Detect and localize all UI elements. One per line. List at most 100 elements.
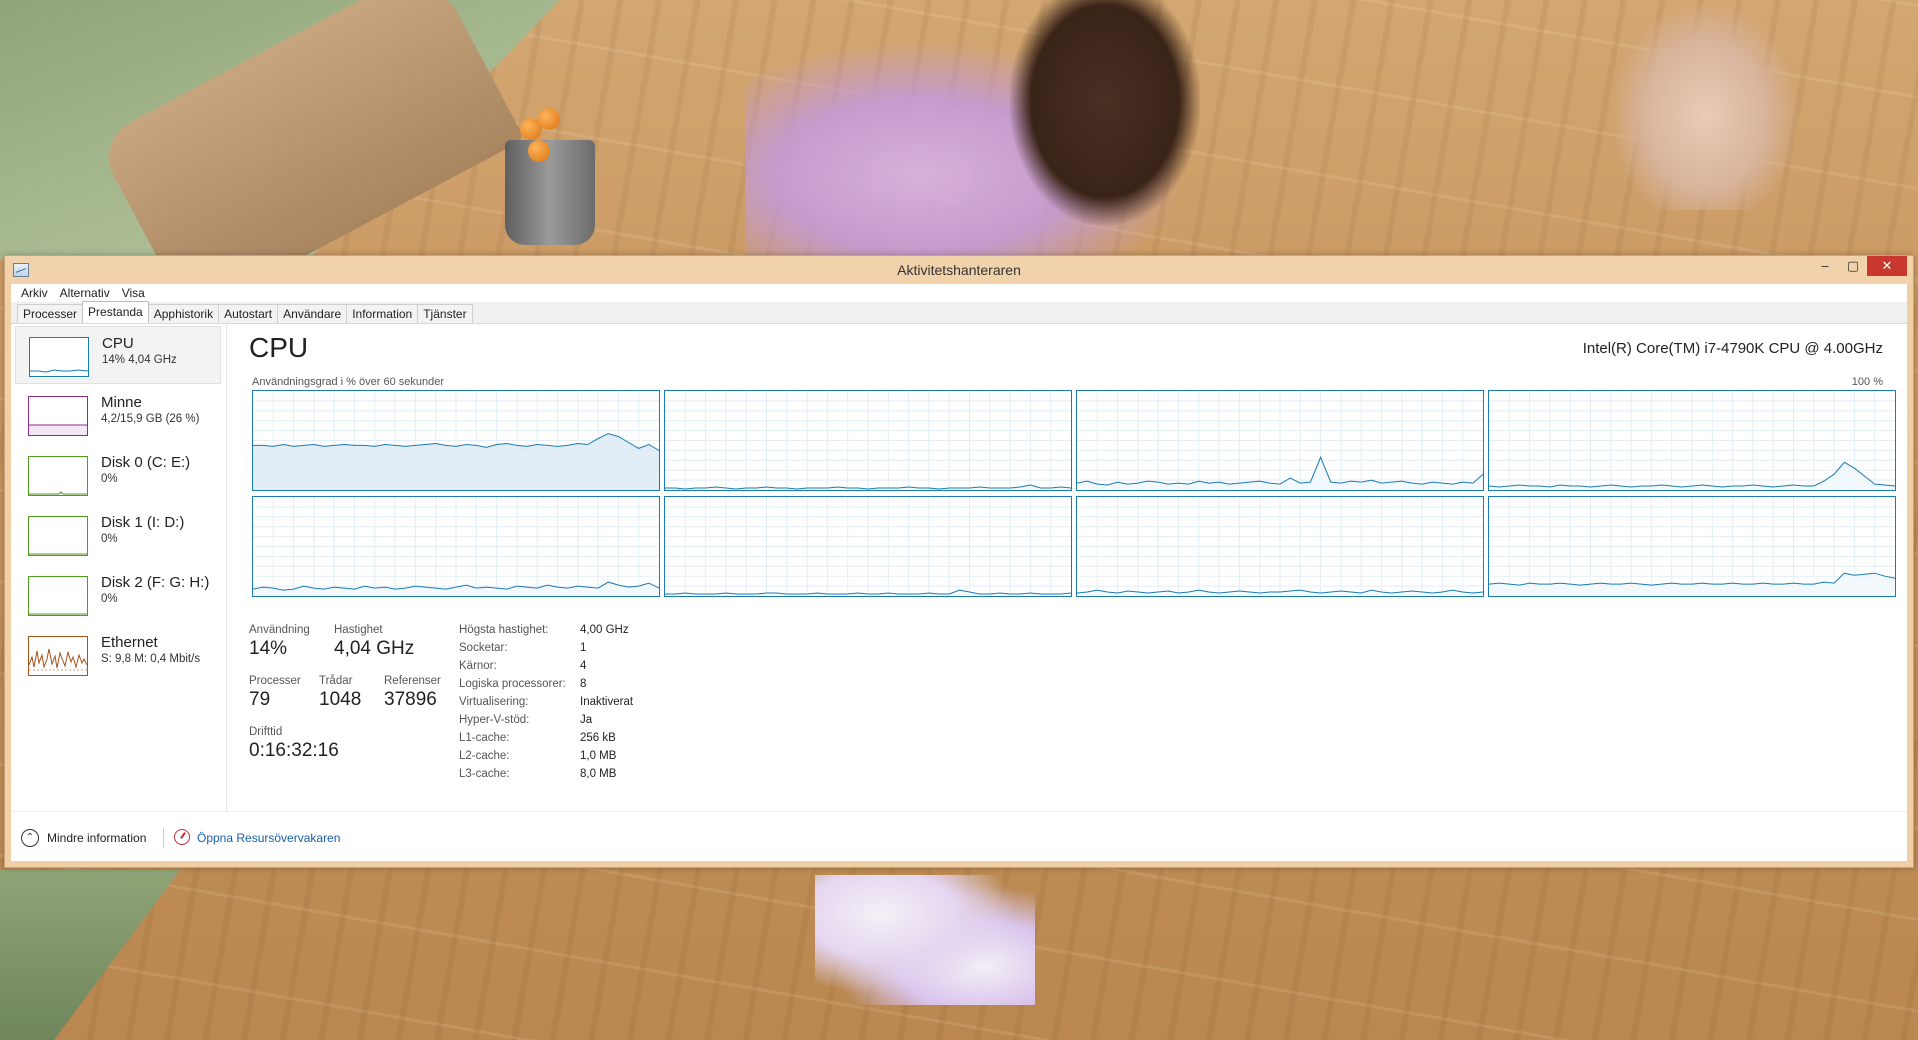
sidebar-item-title: Ethernet [101, 634, 158, 651]
performance-body: CPU 14% 4,04 GHz Minne 4,2/15,9 GB (26 %… [11, 324, 1907, 861]
logical-processor-graph [1076, 496, 1484, 597]
sidebar-item-subtitle: 0% [101, 473, 118, 485]
sidebar-item-subtitle: 4,2/15,9 GB (26 %) [101, 413, 200, 425]
processes-label: Processer [249, 675, 301, 687]
uptime-value: 0:16:32:16 [249, 740, 339, 761]
tab-apphistorik[interactable]: Apphistorik [147, 304, 220, 323]
sidebar-item-subtitle: 14% 4,04 GHz [102, 354, 177, 366]
wallpaper-fruit [538, 108, 560, 130]
sidebar-item-title: Minne [101, 394, 142, 411]
chevron-up-icon[interactable]: ⌃ [21, 829, 39, 847]
wallpaper-shoes [815, 875, 1035, 1005]
cpu-detail-panel: CPU Intel(R) Core(TM) i7-4790K CPU @ 4.0… [243, 324, 1897, 811]
sidebar-item-title: Disk 1 (I: D:) [101, 514, 185, 531]
sidebar-item-title: CPU [102, 335, 134, 352]
tab-prestanda[interactable]: Prestanda [82, 301, 149, 323]
menu-alternativ[interactable]: Alternativ [54, 284, 116, 302]
logical-processor-graph [252, 390, 660, 491]
wallpaper-fruit [528, 140, 550, 162]
footer-divider [163, 828, 164, 848]
sidebar-item-subtitle: S: 9,8 M: 0,4 Mbit/s [101, 653, 201, 665]
logical-processor-graphs [252, 390, 1905, 597]
ethernet-thumbnail-graph [28, 636, 88, 676]
menu-visa[interactable]: Visa [116, 284, 151, 302]
memory-thumbnail-graph [28, 396, 88, 436]
threads-label: Trådar [319, 675, 353, 687]
graph-caption: Användningsgrad i % över 60 sekunder [252, 376, 445, 388]
resource-monitor-icon[interactable] [174, 829, 190, 845]
window-client: Arkiv Alternativ Visa Processer Prestand… [11, 284, 1907, 861]
minimize-button[interactable]: – [1811, 256, 1839, 276]
cpu-thumbnail-graph [29, 337, 89, 377]
sidebar-item-memory[interactable]: Minne 4,2/15,9 GB (26 %) [15, 386, 221, 444]
tab-bar: Processer Prestanda Apphistorik Autostar… [11, 301, 1907, 324]
logical-processor-graph [664, 496, 1072, 597]
graph-max-label: 100 % [1851, 376, 1883, 388]
spec-key: L3-cache: [459, 768, 510, 780]
spec-key: Högsta hastighet: [459, 624, 549, 636]
wallpaper-plant-pot [505, 140, 595, 245]
sidebar-item-subtitle: 0% [101, 593, 118, 605]
tab-information[interactable]: Information [346, 304, 419, 323]
maximize-button[interactable]: ▢ [1839, 256, 1867, 276]
wallpaper-figure-right [1610, 0, 1800, 210]
sidebar-item-cpu[interactable]: CPU 14% 4,04 GHz [15, 326, 221, 384]
task-manager-window: Aktivitetshanteraren – ▢ ✕ Arkiv Alterna… [4, 255, 1914, 868]
threads-value: 1048 [319, 689, 362, 710]
spec-value: 4 [580, 660, 587, 672]
spec-value: 256 kB [580, 732, 616, 744]
logical-processor-graph [1076, 390, 1484, 491]
handles-value: 37896 [384, 689, 437, 710]
tab-autostart[interactable]: Autostart [218, 304, 279, 323]
spec-key: Virtualisering: [459, 696, 529, 708]
wallpaper-figure-hair [1010, 0, 1200, 225]
disk2-thumbnail-graph [28, 576, 88, 616]
footer-bar: ⌃ Mindre information Öppna Resursövervak… [11, 811, 1907, 861]
tab-processer[interactable]: Processer [17, 304, 84, 323]
wallpaper-wall-lower [0, 870, 180, 1040]
usage-label: Användning [249, 624, 310, 636]
spec-value: 8 [580, 678, 587, 690]
usage-value: 14% [249, 638, 288, 659]
title-bar[interactable]: Aktivitetshanteraren – ▢ ✕ [5, 256, 1913, 284]
logical-processor-graph [1488, 390, 1896, 491]
spec-value: 8,0 MB [580, 768, 617, 780]
spec-key: Logiska processorer: [459, 678, 566, 690]
fewer-details-button[interactable]: Mindre information [47, 831, 146, 845]
open-resource-monitor-link[interactable]: Öppna Resursövervakaren [197, 831, 340, 845]
cpu-model-name: Intel(R) Core(TM) i7-4790K CPU @ 4.00GHz [1582, 340, 1883, 357]
tab-anvandare[interactable]: Användare [277, 304, 348, 323]
sidebar-item-subtitle: 0% [101, 533, 118, 545]
spec-value: 4,00 GHz [580, 624, 629, 636]
sidebar-item-disk2[interactable]: Disk 2 (F: G: H:) 0% [15, 566, 221, 624]
uptime-label: Drifttid [249, 726, 283, 738]
resource-sidebar: CPU 14% 4,04 GHz Minne 4,2/15,9 GB (26 %… [11, 324, 227, 811]
spec-value: Inaktiverat [580, 696, 634, 708]
menu-arkiv[interactable]: Arkiv [15, 284, 54, 302]
tab-tjanster[interactable]: Tjänster [417, 304, 473, 323]
logical-processor-graph [664, 390, 1072, 491]
speed-value: 4,04 GHz [334, 638, 415, 659]
disk0-thumbnail-graph [28, 456, 88, 496]
sidebar-item-title: Disk 2 (F: G: H:) [101, 574, 210, 591]
logical-processor-graph [252, 496, 660, 597]
spec-key: Hyper-V-stöd: [459, 714, 530, 726]
close-button[interactable]: ✕ [1867, 256, 1907, 276]
logical-processor-graph [1488, 496, 1896, 597]
processes-value: 79 [249, 689, 271, 710]
menu-bar: Arkiv Alternativ Visa [11, 284, 1907, 302]
spec-value: 1,0 MB [580, 750, 617, 762]
sidebar-item-disk1[interactable]: Disk 1 (I: D:) 0% [15, 506, 221, 564]
spec-key: L1-cache: [459, 732, 510, 744]
sidebar-item-title: Disk 0 (C: E:) [101, 454, 191, 471]
disk1-thumbnail-graph [28, 516, 88, 556]
page-title: CPU [249, 332, 309, 363]
spec-key: Socketar: [459, 642, 508, 654]
window-title: Aktivitetshanteraren [897, 262, 1021, 278]
sidebar-item-disk0[interactable]: Disk 0 (C: E:) 0% [15, 446, 221, 504]
speed-label: Hastighet [334, 624, 383, 636]
spec-value: Ja [580, 714, 593, 726]
spec-key: L2-cache: [459, 750, 510, 762]
handles-label: Referenser [384, 675, 441, 687]
sidebar-item-ethernet[interactable]: Ethernet S: 9,8 M: 0,4 Mbit/s [15, 626, 221, 684]
